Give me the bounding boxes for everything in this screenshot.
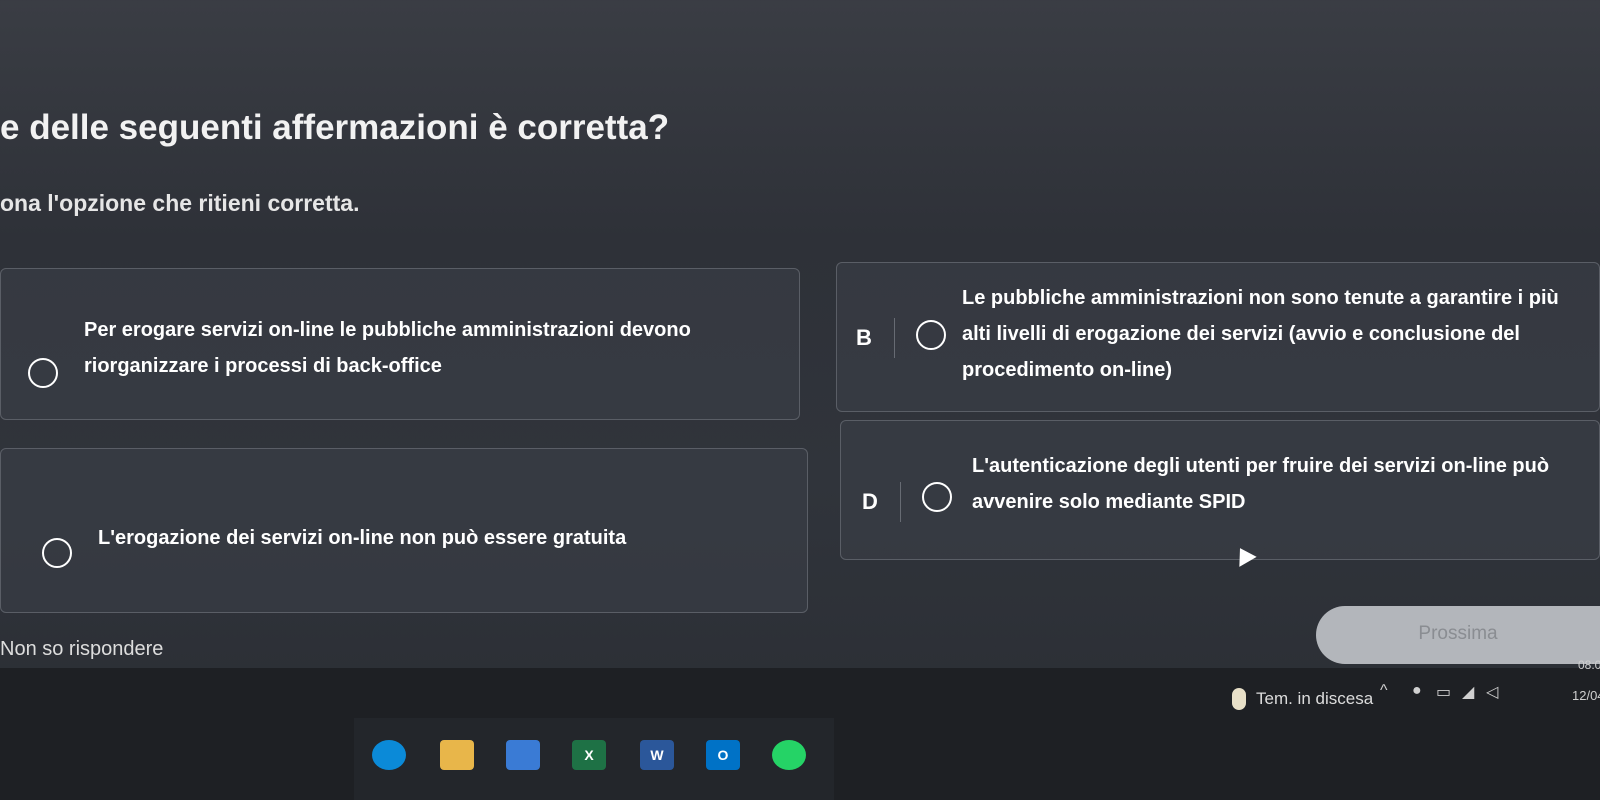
option-b-text: Le pubbliche amministrazioni non sono te… [962, 287, 1559, 381]
skip-link[interactable]: Non so rispondere [0, 638, 163, 661]
option-a-text: Per erogare servizi on-line le pubbliche… [84, 319, 691, 377]
option-a-radio[interactable] [28, 358, 58, 388]
option-d-text: L'autenticazione degli utenti per fruire… [972, 455, 1550, 513]
speaker-icon[interactable]: ◁ [1486, 682, 1498, 702]
file-explorer-icon[interactable] [440, 740, 474, 770]
excel-icon[interactable]: X [572, 740, 606, 770]
clock-time[interactable]: 08:0 [1578, 658, 1600, 672]
edge-icon[interactable] [372, 740, 406, 770]
question-instruction: ona l'opzione che ritieni corretta. [0, 190, 360, 216]
option-c-radio[interactable] [42, 538, 72, 568]
outlook-icon[interactable]: O [706, 740, 740, 770]
question-title: e delle seguenti affermazioni è corretta… [0, 108, 670, 147]
whatsapp-icon[interactable] [772, 740, 806, 770]
option-b-radio[interactable] [916, 320, 946, 350]
next-button[interactable]: Prossima [1316, 606, 1600, 664]
wifi-icon[interactable]: ◢ [1462, 682, 1474, 702]
option-d-letter: D [862, 482, 901, 522]
chevron-up-icon[interactable]: ^ [1380, 682, 1388, 700]
thermometer-icon[interactable] [1232, 688, 1246, 710]
word-icon[interactable]: W [640, 740, 674, 770]
store-icon[interactable] [506, 740, 540, 770]
option-c-text: L'erogazione dei servizi on-line non può… [98, 527, 627, 549]
option-b-letter: B [856, 318, 895, 358]
weather-status[interactable]: Tem. in discesa [1256, 689, 1373, 709]
clock-date[interactable]: 12/04/ [1572, 688, 1600, 703]
option-d-radio[interactable] [922, 482, 952, 512]
bluetooth-icon[interactable]: ● [1412, 682, 1422, 700]
battery-icon[interactable]: ▭ [1436, 682, 1451, 702]
